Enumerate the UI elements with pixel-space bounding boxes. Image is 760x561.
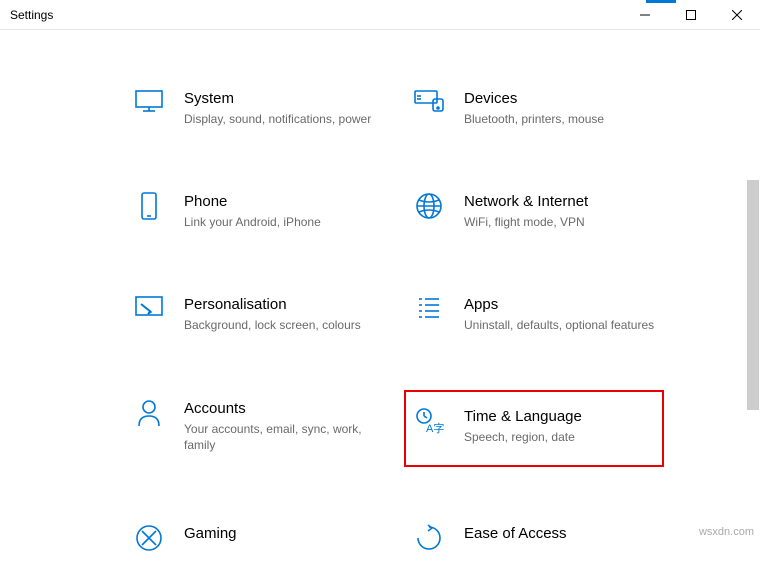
category-title: Devices <box>464 90 656 107</box>
category-network[interactable]: Network & Internet WiFi, flight mode, VPN <box>404 183 664 238</box>
close-button[interactable] <box>714 0 760 29</box>
category-text: Time & Language Speech, region, date <box>464 406 656 445</box>
category-title: Network & Internet <box>464 193 656 210</box>
category-system[interactable]: System Display, sound, notifications, pow… <box>124 80 384 135</box>
category-title: Accounts <box>184 400 376 417</box>
category-description: Display, sound, notifications, power <box>184 111 376 127</box>
category-title: Gaming <box>184 525 376 542</box>
category-description: Link your Android, iPhone <box>184 214 376 230</box>
category-text: Personalisation Background, lock screen, … <box>184 294 376 333</box>
category-text: Accounts Your accounts, email, sync, work… <box>184 398 376 453</box>
category-description: Speech, region, date <box>464 429 656 445</box>
active-tab-indicator <box>646 0 676 3</box>
category-title: Personalisation <box>184 296 376 313</box>
category-description: Your accounts, email, sync, work, family <box>184 421 376 453</box>
watermark: wsxdn.com <box>699 526 754 538</box>
category-devices[interactable]: Devices Bluetooth, printers, mouse <box>404 80 664 135</box>
titlebar: Settings <box>0 0 760 30</box>
category-title: Apps <box>464 296 656 313</box>
category-text: Phone Link your Android, iPhone <box>184 191 376 230</box>
minimize-button[interactable] <box>622 0 668 29</box>
category-description: Uninstall, defaults, optional features <box>464 317 656 333</box>
category-text: Ease of Access <box>464 523 656 546</box>
window-title: Settings <box>10 8 622 22</box>
category-description: WiFi, flight mode, VPN <box>464 214 656 230</box>
category-accounts[interactable]: Accounts Your accounts, email, sync, work… <box>124 390 384 467</box>
category-text: Network & Internet WiFi, flight mode, VPN <box>464 191 656 230</box>
maximize-button[interactable] <box>668 0 714 29</box>
accounts-icon <box>132 398 166 428</box>
category-title: System <box>184 90 376 107</box>
category-title: Ease of Access <box>464 525 656 542</box>
category-time-language[interactable]: A字 Time & Language Speech, region, date <box>404 390 664 467</box>
category-description: Bluetooth, printers, mouse <box>464 111 656 127</box>
category-description: Background, lock screen, colours <box>184 317 376 333</box>
category-phone[interactable]: Phone Link your Android, iPhone <box>124 183 384 238</box>
phone-icon <box>132 191 166 221</box>
network-icon <box>412 191 446 221</box>
category-personalisation[interactable]: Personalisation Background, lock screen, … <box>124 286 384 341</box>
category-text: Devices Bluetooth, printers, mouse <box>464 88 656 127</box>
settings-categories: System Display, sound, notifications, pow… <box>0 30 760 561</box>
category-text: System Display, sound, notifications, pow… <box>184 88 376 127</box>
system-icon <box>132 88 166 114</box>
category-apps[interactable]: Apps Uninstall, defaults, optional featur… <box>404 286 664 341</box>
personalisation-icon <box>132 294 166 320</box>
time-language-icon: A字 <box>412 406 446 436</box>
devices-icon <box>412 88 446 114</box>
scrollbar-thumb[interactable] <box>747 180 759 410</box>
category-title: Time & Language <box>464 408 656 425</box>
svg-text:A字: A字 <box>426 421 444 435</box>
category-text: Gaming <box>184 523 376 546</box>
apps-icon <box>412 294 446 320</box>
category-text: Apps Uninstall, defaults, optional featur… <box>464 294 656 333</box>
category-title: Phone <box>184 193 376 210</box>
window-controls <box>622 0 760 29</box>
